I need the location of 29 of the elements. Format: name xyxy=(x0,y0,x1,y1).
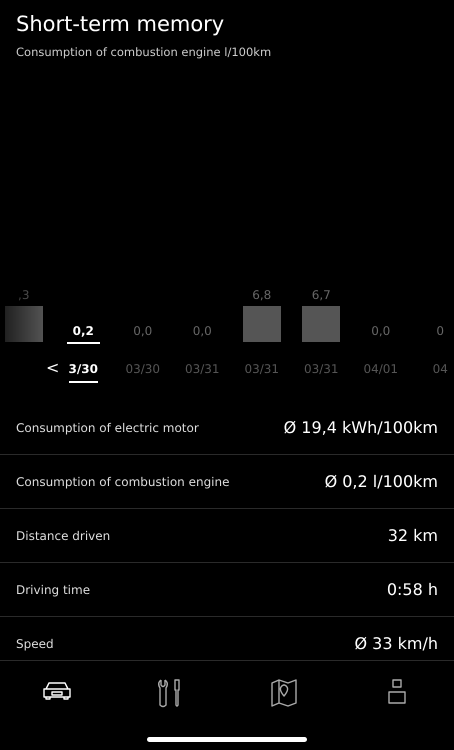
date-label[interactable]: 3/30 xyxy=(68,361,98,383)
bar-value-label: 6,8 xyxy=(252,287,272,304)
date-label[interactable]: 03/31 xyxy=(244,361,280,381)
bar-value-label: 0 xyxy=(436,323,444,340)
date-label[interactable]: 03/31 xyxy=(184,361,220,381)
stat-value: 32 km xyxy=(388,524,438,546)
bar-value-label: ,3 xyxy=(18,287,30,304)
stat-label: Driving time xyxy=(16,582,90,598)
bar-value-label: 0,2 xyxy=(66,323,100,344)
stat-value: Ø 19,4 kWh/100km xyxy=(284,416,438,438)
bar-value-label: 0,0 xyxy=(133,323,152,340)
bar-value-label: 6,7 xyxy=(312,287,331,304)
stat-label: Consumption of electric motor xyxy=(16,420,199,436)
page-title: Short-term memory xyxy=(16,11,226,38)
date-label[interactable]: 03/31 xyxy=(304,361,339,381)
date-label[interactable]: 04/01 xyxy=(363,361,398,381)
date-label[interactable]: 03/30 xyxy=(125,361,160,381)
stat-value: Ø 33 km/h xyxy=(354,632,438,654)
stat-label: Speed xyxy=(16,636,54,652)
bar-value-label: 0,0 xyxy=(371,323,390,340)
stat-label: Distance driven xyxy=(16,528,110,544)
stat-value: Ø 0,2 l/100km xyxy=(324,470,438,492)
bar[interactable] xyxy=(4,306,43,342)
bar-value-label: 0,0 xyxy=(192,323,212,340)
stat-label: Consumption of combustion engine xyxy=(16,474,230,490)
stat-value: 0:58 h xyxy=(386,578,438,600)
previous-button[interactable]: < xyxy=(44,359,62,377)
date-label[interactable]: 04 xyxy=(432,361,448,381)
page-subtitle: Consumption of combustion engine l/100km xyxy=(16,44,272,61)
